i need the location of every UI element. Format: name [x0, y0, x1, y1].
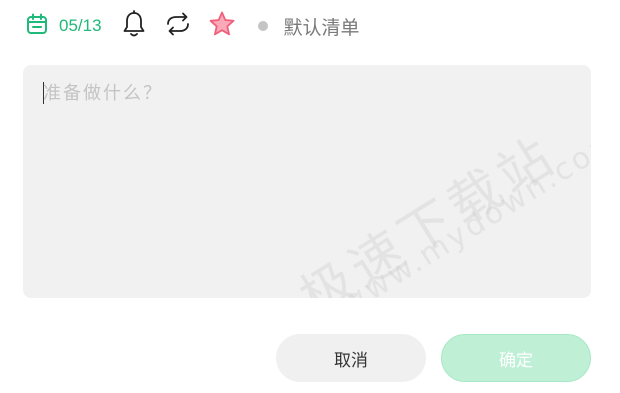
list-selector[interactable]: 默认清单	[257, 13, 360, 40]
reminder-button[interactable]	[120, 10, 148, 42]
repeat-button[interactable]	[164, 10, 192, 42]
calendar-icon	[25, 12, 49, 40]
watermark-url-text: www.mydown.com	[334, 120, 591, 298]
watermark-main-text: 极速下载站	[290, 125, 568, 298]
list-color-dot	[257, 21, 268, 31]
favorite-button[interactable]	[208, 10, 236, 42]
due-date-button[interactable]: 05/13	[25, 10, 102, 42]
text-caret	[43, 82, 44, 104]
task-toolbar: 05/13 默认清单	[25, 10, 360, 42]
confirm-button[interactable]: 确定	[441, 334, 591, 382]
star-icon	[208, 10, 236, 42]
list-name: 默认清单	[283, 16, 360, 39]
cancel-button[interactable]: 取消	[276, 334, 426, 382]
due-date-text: 05/13	[59, 16, 102, 35]
bell-icon	[121, 10, 147, 42]
task-input[interactable]	[43, 80, 563, 106]
new-task-panel: 05/13 默认清单 极速下载站 www.mydown.com 准备做什么？ 取…	[0, 0, 620, 393]
task-input-area[interactable]: 极速下载站 www.mydown.com	[23, 65, 591, 298]
repeat-icon	[164, 11, 192, 41]
